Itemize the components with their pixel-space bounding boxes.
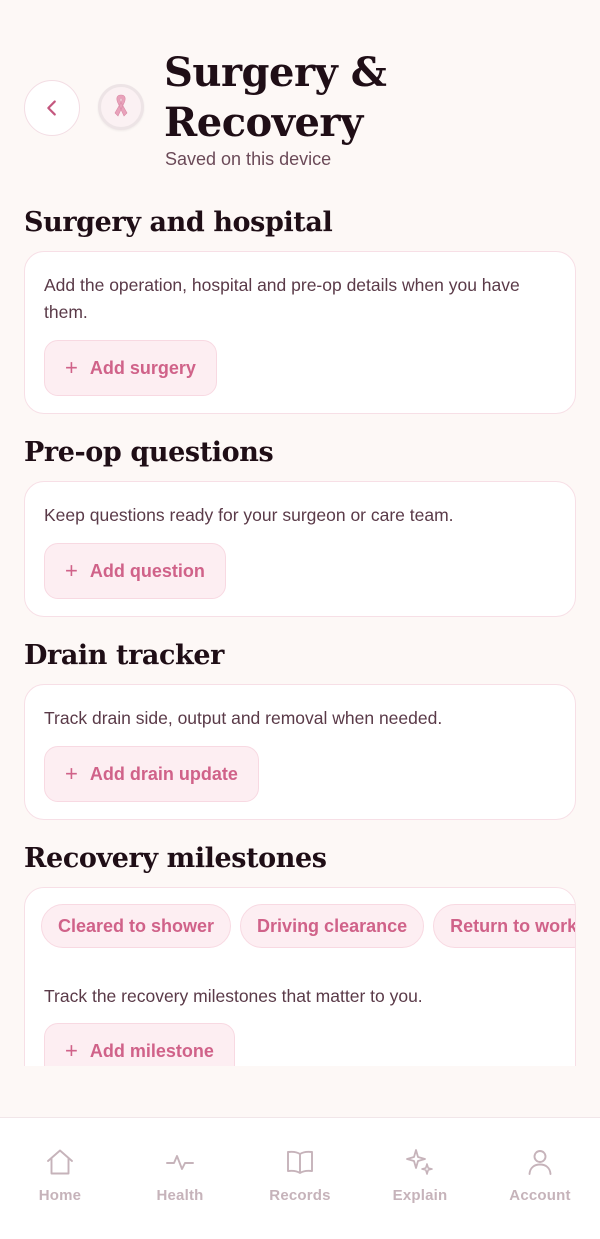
nav-item-health[interactable]: Health (120, 1118, 240, 1239)
milestones-card: Cleared to shower Driving clearance Return… (24, 887, 576, 1087)
chip-cleared-to-shower[interactable]: Cleared to shower (41, 904, 232, 948)
preop-card: Keep questions ready for your surgeon or… (24, 481, 576, 617)
surgery-card: Add the operation, hospital and pre-op d… (24, 251, 576, 414)
nav-item-records[interactable]: Records (240, 1118, 360, 1239)
nav-label-records: Records (269, 1187, 331, 1204)
ribbon-badge (98, 84, 144, 130)
surgery-description: Add the operation, hospital and pre-op d… (44, 275, 520, 322)
add-milestone-label: Add milestone (89, 1040, 214, 1061)
add-question-label: Add question (89, 560, 205, 581)
nav-item-explain[interactable]: Explain (360, 1118, 480, 1239)
add-surgery-label: Add surgery (89, 357, 196, 378)
add-drain-update-label: Add drain update (89, 763, 238, 784)
plus-icon: + (65, 558, 78, 583)
chip-return-to-work[interactable]: Return to work (433, 904, 575, 948)
chevron-left-icon (47, 100, 56, 116)
person-icon (528, 1150, 552, 1175)
nav-label-home: Home (38, 1187, 82, 1204)
nav-item-home[interactable]: Home (0, 1118, 120, 1239)
nav-label-explain: Explain (392, 1187, 448, 1204)
add-surgery-button[interactable]: + Add surgery (44, 340, 217, 396)
nav-item-account[interactable]: Account (480, 1118, 600, 1239)
milestone-chip-row[interactable]: Cleared to shower Driving clearance Return… (41, 904, 575, 950)
drain-description: Track drain side, output and removal whe… (44, 708, 443, 728)
section-title-milestones: Recovery milestones (24, 843, 327, 874)
plus-icon: + (65, 355, 78, 380)
plus-icon: + (65, 1038, 78, 1063)
back-button[interactable] (24, 80, 80, 136)
preop-description: Keep questions ready for your surgeon or… (44, 505, 454, 525)
screen: Surgery & Recovery Saved on this device … (0, 0, 600, 1239)
chip-driving-clearance[interactable]: Driving clearance (240, 904, 425, 948)
pulse-icon (166, 1155, 194, 1170)
bottom-nav: Home Health Records Explain Account (0, 1117, 600, 1239)
section-title-surgery: Surgery and hospital (24, 207, 333, 238)
add-question-button[interactable]: + Add question (44, 543, 226, 599)
home-icon (47, 1149, 73, 1175)
book-icon (287, 1150, 313, 1174)
nav-label-health: Health (156, 1187, 204, 1204)
section-title-drain: Drain tracker (24, 640, 224, 671)
sparkle-icon (406, 1149, 433, 1175)
add-drain-update-button[interactable]: + Add drain update (44, 746, 259, 802)
page-header: Surgery & Recovery Saved on this device (0, 0, 600, 190)
section-title-preop: Pre-op questions (24, 437, 274, 468)
milestones-description: Track the recovery milestones that matte… (44, 986, 423, 1006)
awareness-ribbon-icon (114, 94, 128, 117)
drain-card: Track drain side, output and removal whe… (24, 684, 576, 820)
scroll-cutoff (0, 1066, 600, 1118)
nav-label-account: Account (509, 1187, 571, 1204)
page-title: Surgery & Recovery (164, 49, 387, 146)
plus-icon: + (65, 761, 78, 786)
page-subtitle: Saved on this device (165, 149, 332, 169)
